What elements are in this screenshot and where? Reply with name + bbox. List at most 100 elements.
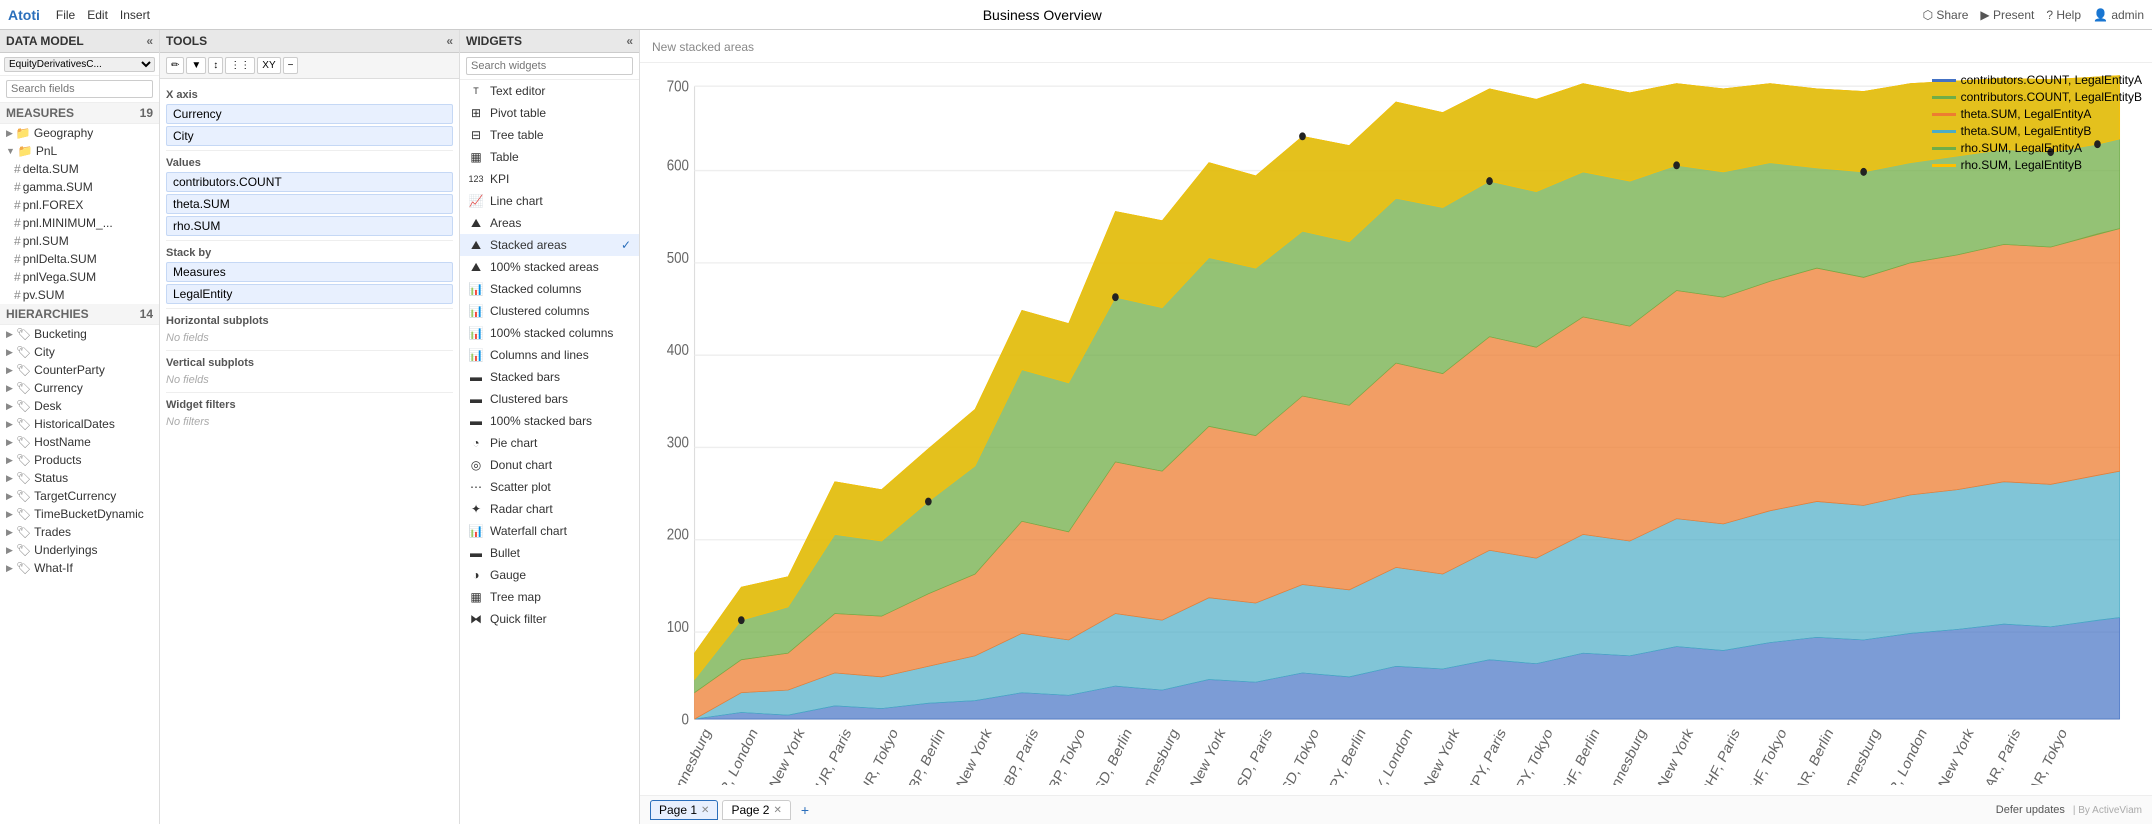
widget-table[interactable]: ▦ Table (460, 146, 639, 168)
add-page-button[interactable]: + (795, 800, 815, 820)
whatif-hier[interactable]: ▶ 🏷 What-If (0, 559, 159, 577)
stacked-bars-label: Stacked bars (490, 370, 560, 384)
pnl-forex-field[interactable]: # pnl.FOREX (0, 196, 159, 214)
delta-sum-field[interactable]: # delta.SUM (0, 160, 159, 178)
widget-scatter-plot[interactable]: ⋯ Scatter plot (460, 476, 639, 498)
pnl-group[interactable]: ▼ 📁 PnL (0, 142, 159, 160)
xaxis-currency-tag[interactable]: Currency (166, 104, 453, 124)
collapse-widgets[interactable]: « (626, 34, 633, 48)
widget-100-stacked-columns[interactable]: 📊 100% stacked columns (460, 322, 639, 344)
svg-text:EUR, Tokyo: EUR, Tokyo (854, 726, 902, 785)
status-hier[interactable]: ▶ 🏷 Status (0, 469, 159, 487)
timebucket-hier[interactable]: ▶ 🏷 TimeBucketDynamic (0, 505, 159, 523)
rho-sum-text: rho.SUM (173, 219, 220, 233)
widget-donut-chart[interactable]: ◎ Donut chart (460, 454, 639, 476)
menu-file[interactable]: File (56, 8, 75, 22)
admin-button[interactable]: 👤 admin (2093, 8, 2144, 22)
svg-text:ZAR, Berlin: ZAR, Berlin (1790, 726, 1837, 785)
svg-text:300: 300 (667, 434, 689, 451)
widget-bullet[interactable]: ▬ Bullet (460, 542, 639, 564)
widget-tree-table[interactable]: ⊟ Tree table (460, 124, 639, 146)
hostname-hier[interactable]: ▶ 🏷 HostName (0, 433, 159, 451)
legend-item-5: rho.SUM, LegalEntityA (1932, 141, 2142, 155)
columns-tool[interactable]: ⋮⋮ (225, 57, 255, 74)
gamma-sum-field[interactable]: # gamma.SUM (0, 178, 159, 196)
products-hier[interactable]: ▶ 🏷 Products (0, 451, 159, 469)
legend-color-2 (1932, 96, 1956, 99)
widget-quick-filter[interactable]: ⧓ Quick filter (460, 608, 639, 630)
stackby-measures-tag[interactable]: Measures (166, 262, 453, 282)
pnl-sum-field[interactable]: # pnl.SUM (0, 232, 159, 250)
tools-label: TOOLS (166, 34, 207, 48)
historicaldates-hier[interactable]: ▶ 🏷 HistoricalDates (0, 415, 159, 433)
desk-hier[interactable]: ▶ 🏷 Desk (0, 397, 159, 415)
menu-insert[interactable]: Insert (120, 8, 150, 22)
stackby-legalentity-tag[interactable]: LegalEntity (166, 284, 453, 304)
widget-columns-lines[interactable]: 📊 Columns and lines (460, 344, 639, 366)
widget-pie-chart[interactable]: ◔ Pie chart (460, 432, 639, 454)
pencil-tool[interactable]: ✏ (166, 57, 184, 74)
widget-kpi[interactable]: 123 KPI (460, 168, 639, 190)
underlyings-hier[interactable]: ▶ 🏷 Underlyings (0, 541, 159, 559)
xy-tool[interactable]: XY (257, 57, 280, 74)
widget-radar-chart[interactable]: ✦ Radar chart (460, 498, 639, 520)
bucketing-hier[interactable]: ▶ 🏷 Bucketing (0, 325, 159, 343)
currency-hier[interactable]: ▶ 🏷 Currency (0, 379, 159, 397)
theta-sum-tag[interactable]: theta.SUM (166, 194, 453, 214)
widget-search-input[interactable] (466, 57, 633, 75)
minus-tool[interactable]: − (283, 57, 299, 74)
widget-100-stacked-bars[interactable]: ▬ 100% stacked bars (460, 410, 639, 432)
collapse-tools[interactable]: « (446, 34, 453, 48)
widget-areas[interactable]: ⛰ Areas (460, 212, 639, 234)
targetcurrency-hier[interactable]: ▶ 🏷 TargetCurrency (0, 487, 159, 505)
widget-text-editor[interactable]: T Text editor (460, 80, 639, 102)
pv-sum-field[interactable]: # pv.SUM (0, 286, 159, 304)
text-editor-label: Text editor (490, 84, 545, 98)
data-source-select[interactable]: EquityDerivativesC... (4, 57, 155, 72)
widget-line-chart[interactable]: 📈 Line chart (460, 190, 639, 212)
topbar-actions: ⬡ Share ▶ Present ? Help 👤 admin (1923, 8, 2144, 22)
widget-search-container (460, 53, 639, 80)
menu-edit[interactable]: Edit (87, 8, 108, 22)
sort-tool[interactable]: ↕ (208, 57, 223, 74)
pnldelta-sum-field[interactable]: # pnlDelta.SUM (0, 250, 159, 268)
widget-gauge[interactable]: ◑ Gauge (460, 564, 639, 586)
widget-stacked-areas[interactable]: ⛰ Stacked areas ✓ (460, 234, 639, 256)
widget-clustered-bars[interactable]: ▬ Clustered bars (460, 388, 639, 410)
legend-color-5 (1932, 147, 1956, 150)
widget-tree-map[interactable]: ▦ Tree map (460, 586, 639, 608)
rho-sum-tag[interactable]: rho.SUM (166, 216, 453, 236)
city-hier[interactable]: ▶ 🏷 City (0, 343, 159, 361)
pnl-minimum-field[interactable]: # pnl.MINIMUM_... (0, 214, 159, 232)
page2-close[interactable]: ✕ (773, 805, 781, 816)
counterparty-hier[interactable]: ▶ 🏷 CounterParty (0, 361, 159, 379)
folder-icon: 📁 (18, 144, 33, 158)
help-button[interactable]: ? Help (2046, 8, 2081, 22)
svg-text:ZAR, London: ZAR, London (1878, 726, 1930, 785)
trades-hier[interactable]: ▶ 🏷 Trades (0, 523, 159, 541)
widget-stacked-columns[interactable]: 📊 Stacked columns (460, 278, 639, 300)
page1-tab[interactable]: Page 1 ✕ (650, 800, 718, 820)
filter-tool[interactable]: ▼ (186, 57, 206, 74)
page2-label: Page 2 (731, 803, 769, 817)
stacked-bars-100-label: 100% stacked bars (490, 414, 592, 428)
xaxis-city-tag[interactable]: City (166, 126, 453, 146)
search-fields-input[interactable] (6, 80, 153, 98)
data-model-scroll[interactable]: MEASURES 19 ▶ 📁 Geography ▼ 📁 PnL # delt… (0, 103, 159, 824)
present-button[interactable]: ▶ Present (1980, 8, 2034, 22)
share-button[interactable]: ⬡ Share (1923, 8, 1969, 22)
collapse-data-model[interactable]: « (146, 34, 153, 48)
contributors-count-tag[interactable]: contributors.COUNT (166, 172, 453, 192)
svg-text:CHF, Berlin: CHF, Berlin (1557, 726, 1603, 785)
page1-close[interactable]: ✕ (701, 805, 709, 816)
widget-100-stacked-areas[interactable]: ⛰ 100% stacked areas (460, 256, 639, 278)
widget-waterfall-chart[interactable]: 📊 Waterfall chart (460, 520, 639, 542)
widget-clustered-columns[interactable]: 📊 Clustered columns (460, 300, 639, 322)
pnlvega-sum-field[interactable]: # pnlVega.SUM (0, 268, 159, 286)
widget-pivot-table[interactable]: ⊞ Pivot table (460, 102, 639, 124)
geography-group[interactable]: ▶ 📁 Geography (0, 124, 159, 142)
page2-tab[interactable]: Page 2 ✕ (722, 800, 790, 820)
defer-updates-button[interactable]: Defer updates (1996, 804, 2065, 816)
widget-stacked-bars[interactable]: ▬ Stacked bars (460, 366, 639, 388)
geography-label: Geography (34, 126, 93, 140)
